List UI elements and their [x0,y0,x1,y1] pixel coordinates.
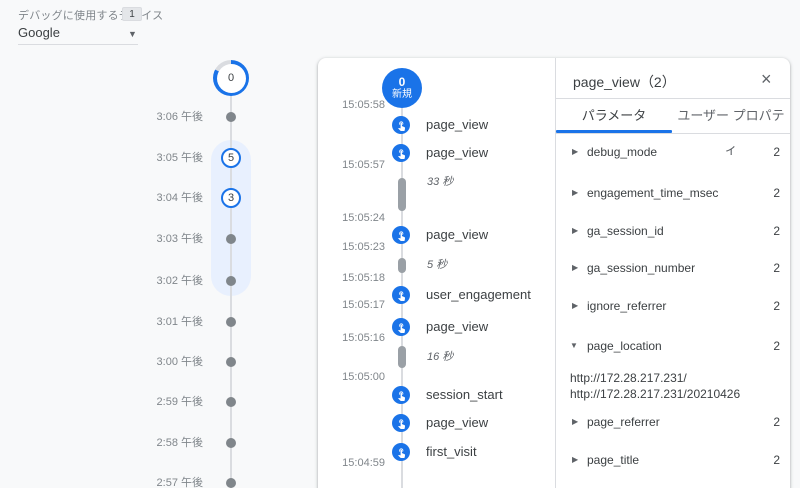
minute-label: 3:05 午後 [141,151,203,165]
param-count: 2 [740,223,780,239]
param-name[interactable]: ga_session_number [587,260,695,276]
gap-duration: 16 秒 [427,350,453,364]
minute-marker-count[interactable]: 3 [221,188,241,208]
param-count: 2 [740,414,780,430]
touch-event-icon[interactable] [392,443,410,461]
minute-marker-dot[interactable] [226,276,236,286]
minute-label: 3:00 午後 [141,355,203,369]
param-count: 2 [740,338,780,354]
param-count: 2 [740,144,780,160]
event-name[interactable]: page_view [426,415,488,431]
minute-label: 2:58 午後 [141,436,203,450]
param-count: 2 [740,298,780,314]
expand-caret-icon[interactable]: ▶ [572,298,578,314]
expand-caret-icon[interactable]: ▶ [572,414,578,430]
dropdown-underline [18,44,138,45]
event-name[interactable]: session_start [426,387,503,403]
tab-parameters[interactable]: パラメータ [556,99,672,133]
gap-duration: 5 秒 [427,258,447,272]
minute-label: 3:02 午後 [141,274,203,288]
touch-event-icon[interactable] [392,144,410,162]
expand-caret-icon[interactable]: ▶ [572,260,578,276]
param-name[interactable]: ga_session_id [587,223,664,239]
event-timestamp: 15:05:16 [325,331,385,345]
minute-summary-ring[interactable]: 0 [213,60,249,96]
param-name[interactable]: debug_mode [587,144,657,160]
touch-app-glyph [396,418,407,429]
param-name[interactable]: page_title [587,452,639,468]
minute-marker-dot[interactable] [226,478,236,488]
gap-capsule [398,346,406,368]
touch-app-glyph [396,390,407,401]
minute-marker-dot[interactable] [226,317,236,327]
new-events-label: 新規 [392,89,412,101]
minute-marker-dot[interactable] [226,112,236,122]
touch-app-glyph [396,148,407,159]
param-count: 2 [740,185,780,201]
expand-caret-icon[interactable]: ▶ [572,144,578,160]
minute-label: 3:01 午後 [141,315,203,329]
chevron-down-icon[interactable]: ▼ [128,29,137,39]
gap-capsule [398,178,406,211]
expand-caret-icon[interactable]: ▶ [572,185,578,201]
event-timestamp: 15:05:58 [325,98,385,112]
event-timestamp: 15:05:57 [325,158,385,172]
minute-marker-dot[interactable] [226,234,236,244]
close-icon[interactable]: × [761,70,772,88]
tabs-divider [556,133,790,134]
minute-marker-dot[interactable] [226,438,236,448]
touch-event-icon[interactable] [392,226,410,244]
expand-caret-icon[interactable]: ▶ [572,223,578,239]
device-count-badge: 1 [122,7,142,21]
touch-app-glyph [396,322,407,333]
detail-panel-title: page_view（2） [573,72,676,92]
event-name[interactable]: first_visit [426,444,477,460]
event-name[interactable]: page_view [426,145,488,161]
param-value-url: http://172.28.217.231/ [570,370,687,386]
event-timestamp: 15:05:23 [325,240,385,254]
event-name[interactable]: page_view [426,227,488,243]
param-count: 2 [740,260,780,276]
minute-label: 3:04 午後 [141,191,203,205]
expand-caret-icon[interactable]: ▶ [572,452,578,468]
minute-label: 2:59 午後 [141,395,203,409]
event-timestamp: 15:05:00 [325,370,385,384]
event-name[interactable]: page_view [426,117,488,133]
new-events-count: 0 [399,76,406,89]
param-count: 2 [740,452,780,468]
collapse-caret-icon[interactable]: ▼ [570,338,578,354]
minute-label: 3:06 午後 [141,110,203,124]
param-name[interactable]: engagement_time_msec [587,185,718,201]
minute-label: 2:57 午後 [141,476,203,488]
event-timestamp: 15:05:17 [325,298,385,312]
touch-app-glyph [396,230,407,241]
event-timestamp: 15:04:59 [325,456,385,470]
minute-summary-count: 0 [217,64,246,93]
event-timestamp: 15:05:18 [325,271,385,285]
event-timestamp: 15:05:24 [325,211,385,225]
touch-event-icon[interactable] [392,318,410,336]
touch-app-glyph [396,447,407,458]
minute-marker-dot[interactable] [226,357,236,367]
new-events-badge: 0 新規 [382,68,422,108]
touch-event-icon[interactable] [392,414,410,432]
event-name[interactable]: page_view [426,319,488,335]
touch-app-glyph [396,120,407,131]
param-name[interactable]: page_referrer [587,414,660,430]
touch-event-icon[interactable] [392,286,410,304]
touch-app-glyph [396,290,407,301]
ga-debugview-screen: デバッグに使用するデバイス 1 Google ▼ 0 3:06 午後 3:05 … [0,0,800,488]
minute-marker-count[interactable]: 5 [221,148,241,168]
touch-event-icon[interactable] [392,386,410,404]
event-name[interactable]: user_engagement [426,287,531,303]
param-name[interactable]: ignore_referrer [587,298,666,314]
touch-event-icon[interactable] [392,116,410,134]
minute-marker-dot[interactable] [226,397,236,407]
gap-capsule [398,258,406,273]
minute-label: 3:03 午後 [141,232,203,246]
param-value-url: http://172.28.217.231/20210426 [570,386,740,402]
param-name[interactable]: page_location [587,338,662,354]
device-dropdown[interactable]: Google [18,25,60,40]
gap-duration: 33 秒 [427,175,453,189]
